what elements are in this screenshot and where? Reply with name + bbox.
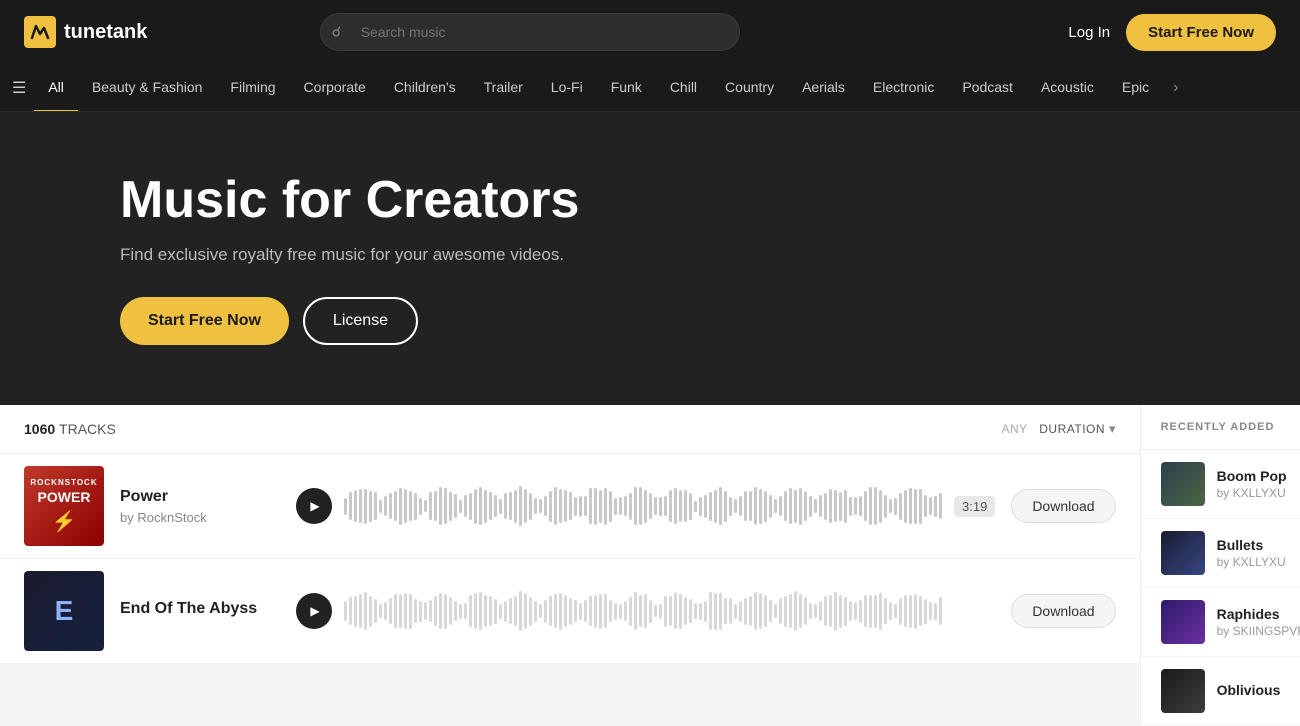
play-button[interactable]: ▶ [296, 593, 332, 629]
hero-subtitle: Find exclusive royalty free music for yo… [120, 245, 1180, 265]
waveform [344, 593, 995, 629]
recent-artist: by KXLLYXU [1217, 486, 1300, 500]
track-thumbnail: E [24, 571, 104, 651]
hero-section: Music for Creators Find exclusive royalt… [0, 112, 1300, 405]
table-row: E End Of The Abyss ▶ Download [0, 559, 1140, 664]
recent-thumbnail [1161, 600, 1205, 644]
main-content: 1060 TRACKS ANY DURATION ▾ ROCKNSTOCK PO… [0, 405, 1300, 726]
track-player: ▶ [296, 593, 995, 629]
search-icon: ☌ [332, 24, 341, 41]
list-item[interactable]: Oblivious [1141, 657, 1300, 726]
nav-item-electronic[interactable]: Electronic [859, 64, 948, 112]
track-thumbnail: ROCKNSTOCK POWER ⚡ [24, 466, 104, 546]
nav-item-beauty-fashion[interactable]: Beauty & Fashion [78, 64, 217, 112]
track-player: ▶ 3:19 [296, 488, 995, 524]
hero-title: Music for Creators [120, 172, 1180, 229]
list-item[interactable]: Bullets by KXLLYXU [1141, 519, 1300, 588]
recent-info: Raphides by SKIINGSPVR [1217, 606, 1300, 638]
logo-icon [24, 16, 56, 48]
nav-item-all[interactable]: All [34, 64, 78, 112]
recent-thumbnail [1161, 462, 1205, 506]
nav-item-lofi[interactable]: Lo-Fi [537, 64, 597, 112]
start-free-header-button[interactable]: Start Free Now [1126, 14, 1276, 51]
recent-title: Boom Pop [1217, 468, 1300, 484]
nav-item-acoustic[interactable]: Acoustic [1027, 64, 1108, 112]
nav-item-country[interactable]: Country [711, 64, 788, 112]
nav-item-funk[interactable]: Funk [597, 64, 656, 112]
hero-buttons: Start Free Now License [120, 297, 1180, 345]
logo[interactable]: tunetank [24, 16, 147, 48]
track-info: Power by RocknStock [120, 488, 280, 525]
header: tunetank ☌ Log In Start Free Now [0, 0, 1300, 64]
recent-title: Bullets [1217, 537, 1300, 553]
nav-scroll-right-icon[interactable]: › [1167, 79, 1184, 97]
recent-title: Raphides [1217, 606, 1300, 622]
nav-item-aerials[interactable]: Aerials [788, 64, 859, 112]
logo-text: tunetank [64, 21, 147, 44]
header-right: Log In Start Free Now [1068, 14, 1276, 51]
hamburger-icon[interactable]: ☰ [12, 78, 26, 98]
recent-info: Boom Pop by KXLLYXU [1217, 468, 1300, 500]
recent-artist: by SKIINGSPVR [1217, 624, 1300, 638]
play-button[interactable]: ▶ [296, 488, 332, 524]
download-button[interactable]: Download [1011, 594, 1115, 628]
chevron-down-icon: ▾ [1109, 421, 1116, 437]
nav-bar: ☰ All Beauty & Fashion Filming Corporate… [0, 64, 1300, 112]
login-button[interactable]: Log In [1068, 24, 1110, 41]
recently-added-header: RECENTLY ADDED [1141, 405, 1300, 450]
play-icon: ▶ [310, 499, 319, 513]
tracks-count: 1060 TRACKS [24, 421, 116, 437]
recent-info: Bullets by KXLLYXU [1217, 537, 1300, 569]
hero-license-button[interactable]: License [303, 297, 418, 345]
recent-thumbnail [1161, 669, 1205, 713]
recent-title: Oblivious [1217, 682, 1300, 698]
nav-item-childrens[interactable]: Children's [380, 64, 470, 112]
sidebar: RECENTLY ADDED Boom Pop by KXLLYXU Bulle… [1140, 405, 1300, 726]
tracks-header: 1060 TRACKS ANY DURATION ▾ [0, 405, 1140, 454]
track-duration: 3:19 [954, 496, 995, 517]
track-title: Power [120, 488, 280, 506]
waveform [344, 488, 942, 524]
search-bar: ☌ [320, 13, 740, 51]
nav-item-epic[interactable]: Epic [1108, 64, 1163, 112]
duration-filter[interactable]: ANY DURATION ▾ [1001, 421, 1115, 437]
nav-item-filming[interactable]: Filming [216, 64, 289, 112]
track-artist: by RocknStock [120, 510, 280, 525]
nav-item-trailer[interactable]: Trailer [470, 64, 537, 112]
track-title: End Of The Abyss [120, 600, 280, 618]
nav-item-chill[interactable]: Chill [656, 64, 711, 112]
tracks-panel: 1060 TRACKS ANY DURATION ▾ ROCKNSTOCK PO… [0, 405, 1140, 726]
download-button[interactable]: Download [1011, 489, 1115, 523]
search-input[interactable] [320, 13, 740, 51]
recent-thumbnail [1161, 531, 1205, 575]
play-icon: ▶ [310, 604, 319, 618]
recent-info: Oblivious [1217, 682, 1300, 700]
track-info: End Of The Abyss [120, 600, 280, 622]
nav-item-podcast[interactable]: Podcast [948, 64, 1027, 112]
table-row: ROCKNSTOCK POWER ⚡ Power by RocknStock ▶… [0, 454, 1140, 559]
list-item[interactable]: Boom Pop by KXLLYXU [1141, 450, 1300, 519]
hero-start-free-button[interactable]: Start Free Now [120, 297, 289, 345]
list-item[interactable]: Raphides by SKIINGSPVR [1141, 588, 1300, 657]
recent-artist: by KXLLYXU [1217, 555, 1300, 569]
nav-item-corporate[interactable]: Corporate [290, 64, 380, 112]
